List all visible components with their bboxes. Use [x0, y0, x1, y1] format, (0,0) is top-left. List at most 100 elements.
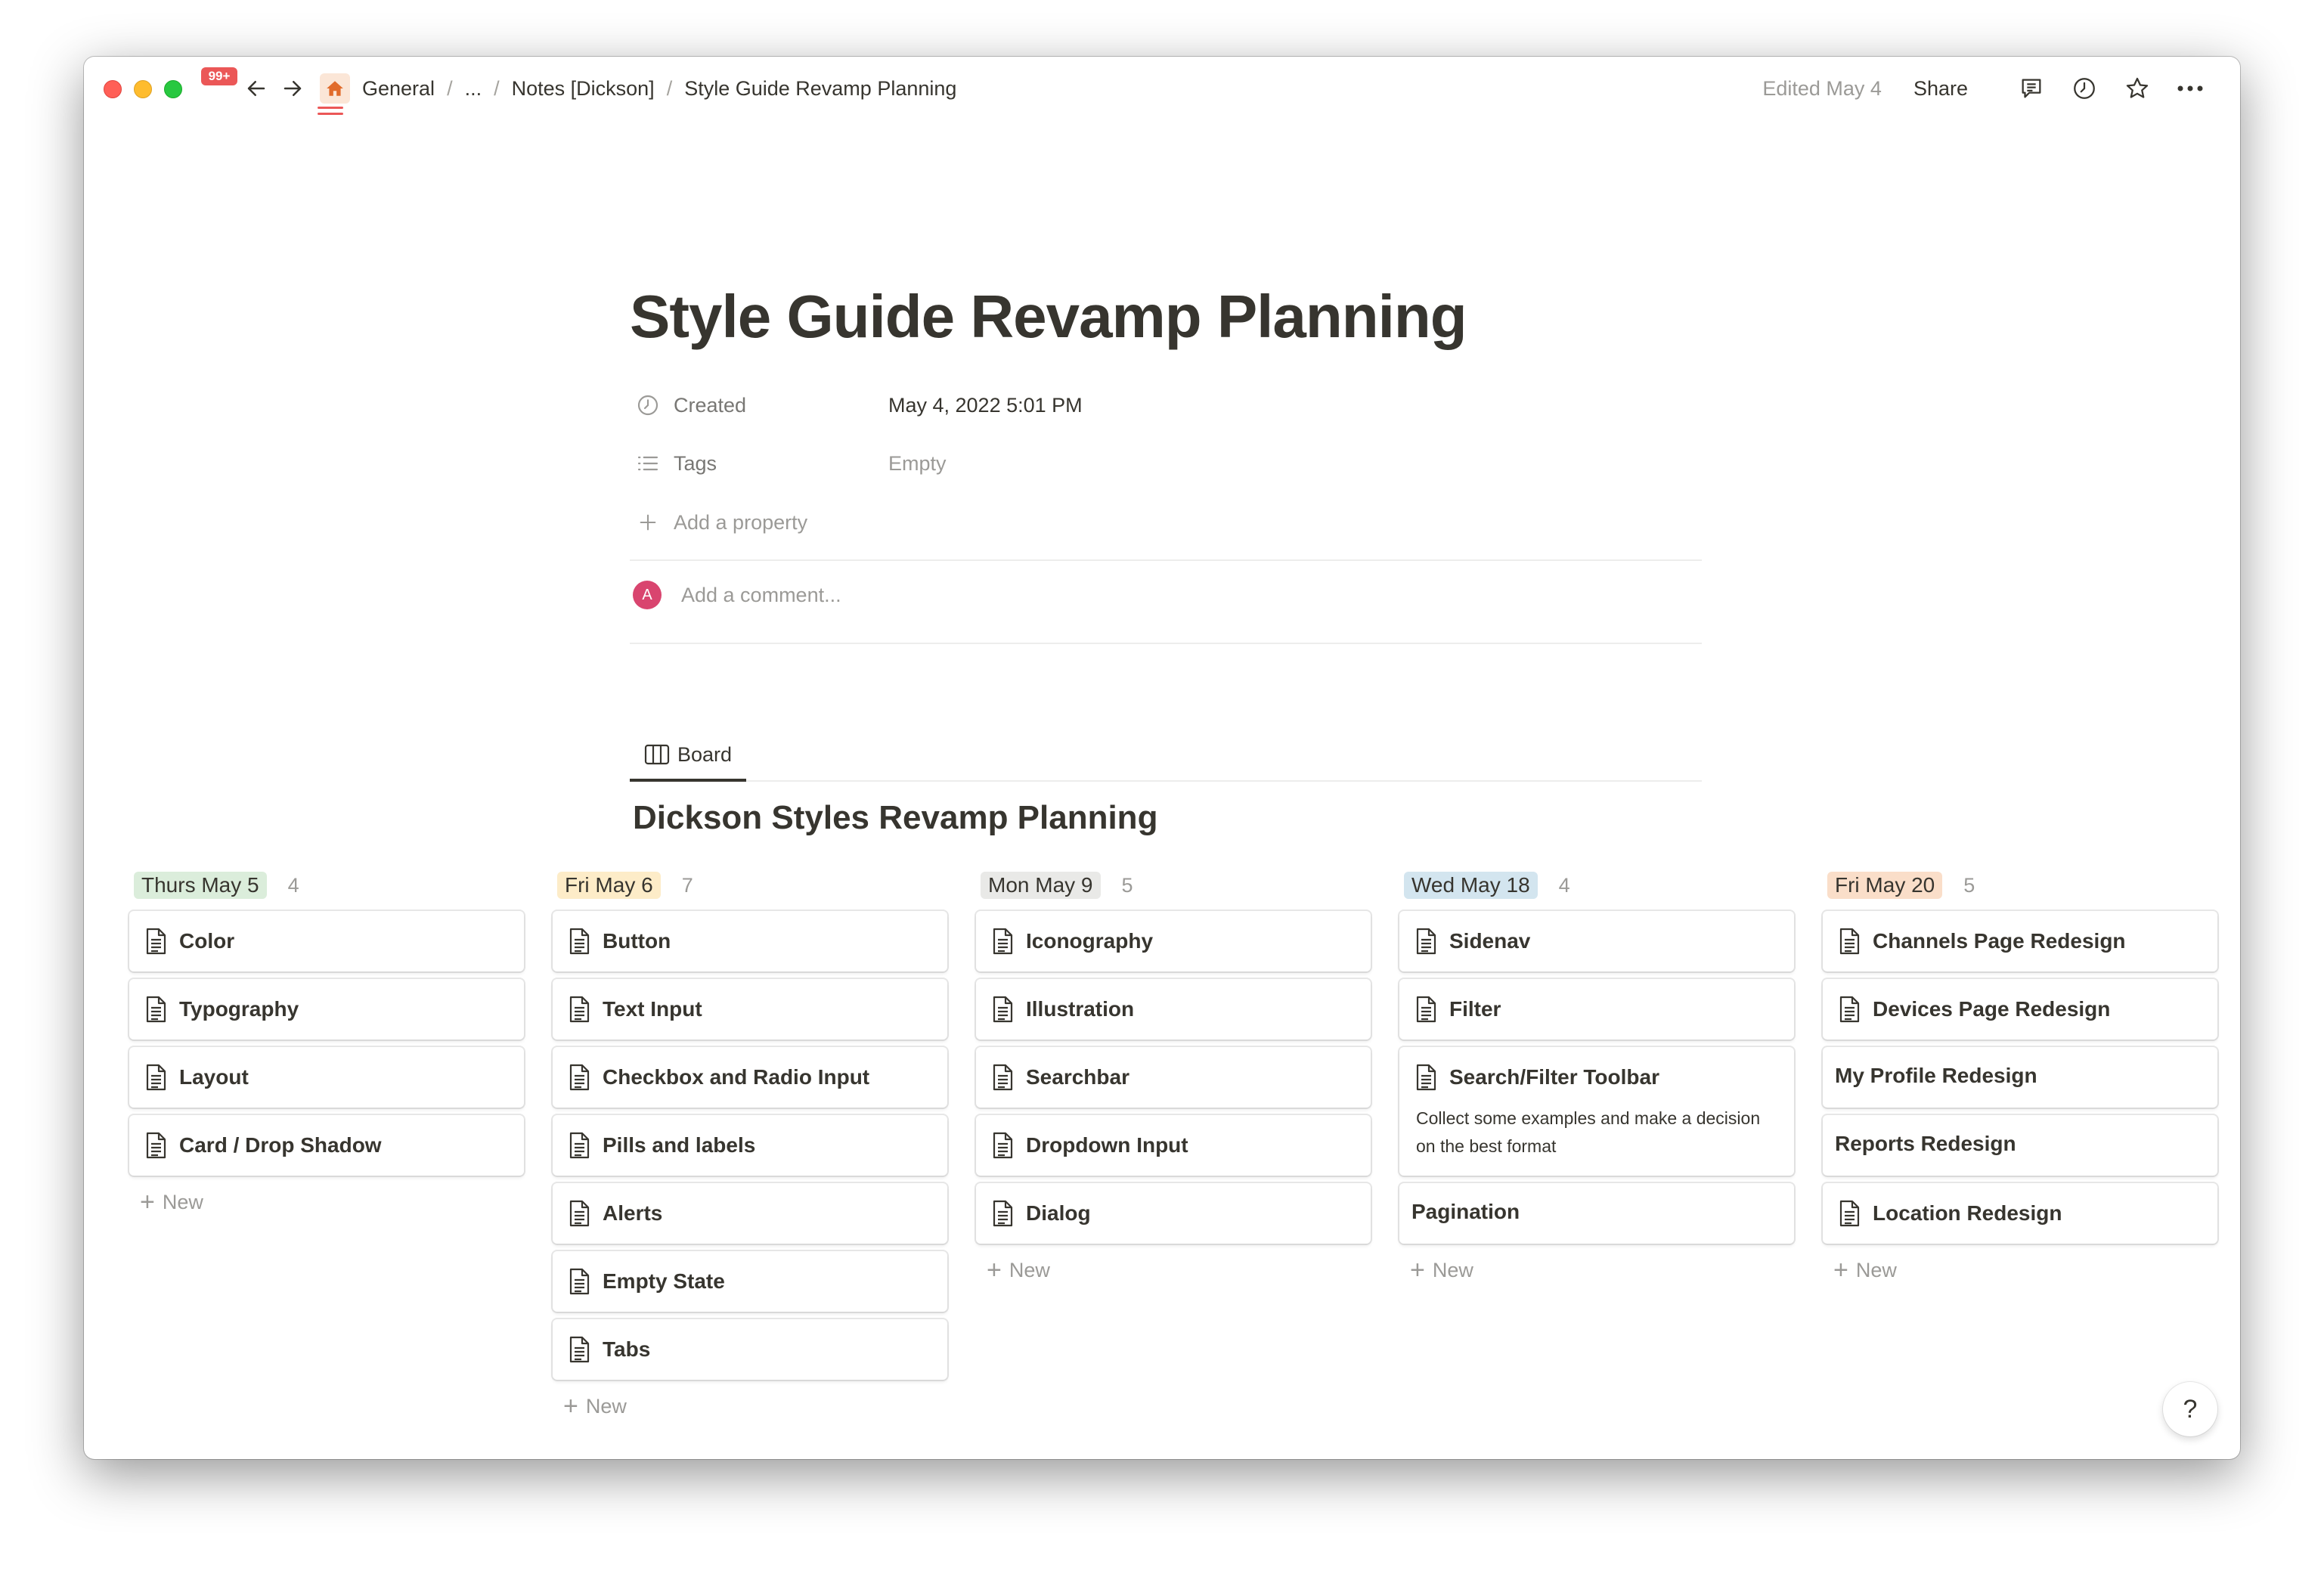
column-header[interactable]: Thurs May 5 4 — [129, 866, 525, 905]
menu-icon — [318, 107, 343, 119]
card-title: My Profile Redesign — [1835, 1064, 2037, 1087]
new-card-button[interactable]: + New — [129, 1183, 525, 1221]
divider — [630, 643, 1702, 644]
clock-icon — [634, 392, 662, 419]
updates-button[interactable] — [2069, 73, 2099, 104]
breadcrumb-item-ellipsis[interactable]: ... — [462, 77, 485, 101]
board-card[interactable]: Color — [129, 911, 524, 971]
zoom-window-button[interactable] — [164, 80, 182, 98]
favorite-button[interactable] — [2122, 73, 2152, 104]
new-card-label: New — [1009, 1258, 1050, 1281]
list-icon — [634, 450, 662, 477]
board-card[interactable]: Pagination — [1399, 1183, 1794, 1244]
card-title: Iconography — [1026, 929, 1154, 953]
page-title[interactable]: Style Guide Revamp Planning — [630, 282, 1467, 352]
add-property-button[interactable]: Add a property — [634, 507, 807, 538]
page-icon — [1415, 1064, 1437, 1091]
board-card[interactable]: Searchbar — [976, 1047, 1371, 1108]
board-card[interactable]: Reports Redesign — [1823, 1115, 2217, 1176]
board-card[interactable]: Location Redesign — [1823, 1183, 2217, 1244]
page-icon — [1415, 928, 1437, 955]
board-card[interactable]: Alerts — [553, 1183, 947, 1244]
share-button[interactable]: Share — [1913, 77, 1968, 101]
minimize-window-button[interactable] — [134, 80, 152, 98]
column-count: 7 — [681, 873, 693, 897]
column-title-pill[interactable]: Thurs May 5 — [134, 872, 267, 899]
card-title: Sidenav — [1449, 929, 1531, 953]
forward-button[interactable] — [277, 73, 308, 104]
property-value-tags[interactable]: Empty — [888, 452, 947, 476]
tab-board-label: Board — [677, 742, 733, 766]
card-title-row: Checkbox and Radio Input — [568, 1064, 934, 1091]
column-count: 4 — [287, 873, 299, 897]
board-card[interactable]: Channels Page Redesign — [1823, 911, 2217, 971]
card-title: Layout — [179, 1065, 249, 1089]
board-card[interactable]: Dropdown Input — [976, 1115, 1371, 1176]
card-title-row: Location Redesign — [1838, 1200, 2204, 1227]
help-button[interactable]: ? — [2163, 1382, 2217, 1436]
card-title: Card / Drop Shadow — [179, 1133, 382, 1157]
column-header[interactable]: Mon May 9 5 — [976, 866, 1372, 905]
card-title: Devices Page Redesign — [1873, 997, 2111, 1021]
new-card-label: New — [1855, 1258, 1897, 1281]
page-icon — [568, 1336, 590, 1363]
board-card[interactable]: Text Input — [553, 979, 947, 1040]
card-title-row: Channels Page Redesign — [1838, 928, 2204, 955]
page-icon — [144, 1132, 167, 1159]
breadcrumb-item-general[interactable]: General — [359, 77, 438, 101]
column-count: 5 — [1963, 873, 1975, 897]
new-card-button[interactable]: + New — [976, 1251, 1372, 1289]
page-icon — [568, 1268, 590, 1295]
board-card[interactable]: Iconography — [976, 911, 1371, 971]
tab-board[interactable]: Board — [630, 728, 746, 781]
board-card[interactable]: Layout — [129, 1047, 524, 1108]
board-card[interactable]: Pills and labels — [553, 1115, 947, 1176]
board-title[interactable]: Dickson Styles Revamp Planning — [633, 799, 1157, 837]
comments-button[interactable] — [2016, 73, 2047, 104]
page-icon — [144, 996, 167, 1023]
board-card[interactable]: Card / Drop Shadow — [129, 1115, 524, 1176]
card-title: Illustration — [1026, 997, 1135, 1021]
page-icon — [568, 1064, 590, 1091]
back-button[interactable] — [241, 73, 271, 104]
column-header[interactable]: Fri May 20 5 — [1823, 866, 2219, 905]
column-title-pill[interactable]: Wed May 18 — [1404, 872, 1538, 899]
comment-input[interactable]: Add a comment... — [681, 584, 841, 607]
property-row-tags[interactable]: Tags Empty — [634, 448, 947, 479]
board-card[interactable]: Dialog — [976, 1183, 1371, 1244]
column-title-pill[interactable]: Fri May 6 — [557, 872, 661, 899]
board-card[interactable]: Typography — [129, 979, 524, 1040]
board-card[interactable]: Filter — [1399, 979, 1794, 1040]
board-view-icon — [644, 744, 670, 765]
card-title-row: Layout — [144, 1064, 510, 1091]
column-header[interactable]: Wed May 18 4 — [1399, 866, 1796, 905]
card-title-row: Dialog — [991, 1200, 1357, 1227]
property-row-created[interactable]: Created May 4, 2022 5:01 PM — [634, 390, 1083, 420]
edited-timestamp[interactable]: Edited May 4 — [1762, 77, 1882, 101]
column-header[interactable]: Fri May 6 7 — [553, 866, 949, 905]
new-card-button[interactable]: + New — [1399, 1251, 1796, 1289]
board-card[interactable]: Sidenav — [1399, 911, 1794, 971]
board-card[interactable]: My Profile Redesign — [1823, 1047, 2217, 1108]
new-card-button[interactable]: + New — [553, 1387, 949, 1425]
card-title: Checkbox and Radio Input — [603, 1065, 870, 1089]
board-card[interactable]: Search/Filter Toolbar Collect some exampl… — [1399, 1047, 1794, 1176]
column-title-pill[interactable]: Mon May 9 — [981, 872, 1101, 899]
breadcrumb: General / ... / Notes [Dickson] / Style … — [320, 70, 959, 107]
board-card[interactable]: Empty State — [553, 1251, 947, 1312]
breadcrumb-item-notes[interactable]: Notes [Dickson] — [509, 77, 658, 101]
plus-icon — [634, 509, 662, 536]
new-card-label: New — [1432, 1258, 1473, 1281]
column-title-pill[interactable]: Fri May 20 — [1827, 872, 1943, 899]
card-title-row: Pagination — [1411, 1200, 1780, 1224]
new-card-button[interactable]: + New — [1823, 1251, 2219, 1289]
board-card[interactable]: Devices Page Redesign — [1823, 979, 2217, 1040]
more-button[interactable] — [2175, 73, 2205, 104]
breadcrumb-item-current-page[interactable]: Style Guide Revamp Planning — [681, 77, 959, 101]
board-card[interactable]: Checkbox and Radio Input — [553, 1047, 947, 1108]
board-column: Wed May 18 4 Sidenav Filter Search/Filter To… — [1399, 866, 1796, 1289]
close-window-button[interactable] — [104, 80, 122, 98]
board-card[interactable]: Illustration — [976, 979, 1371, 1040]
board-card[interactable]: Button — [553, 911, 947, 971]
board-card[interactable]: Tabs — [553, 1319, 947, 1380]
